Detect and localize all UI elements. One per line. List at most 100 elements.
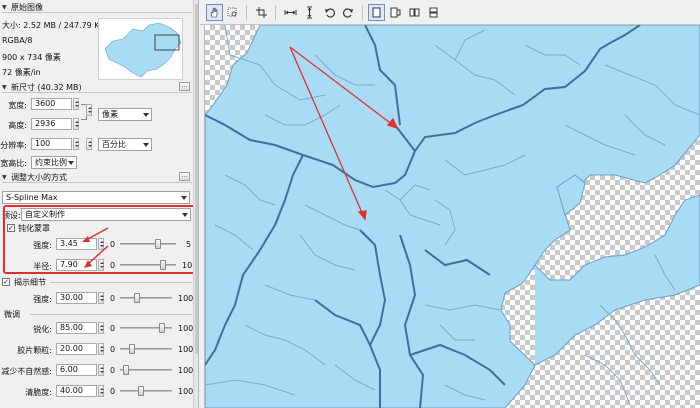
detail-strength-input[interactable]: 30.00 — [56, 292, 97, 304]
split-vertical-button[interactable] — [387, 4, 404, 21]
resolution-spinner[interactable] — [73, 138, 79, 150]
slider-min: 0 — [110, 294, 116, 303]
resolution-input[interactable]: 100 — [31, 138, 72, 150]
china-map-thumbnail — [104, 22, 182, 78]
slider-min: 0 — [110, 324, 116, 333]
aspect-ratio-select[interactable]: 约束比例 — [31, 156, 77, 169]
section-original[interactable]: ▼ 原始图像 — [2, 2, 192, 13]
chevron-down-icon — [181, 196, 187, 200]
divider — [50, 277, 192, 283]
original-thumbnail[interactable] — [98, 18, 183, 80]
split-horizontal-icon — [429, 7, 438, 18]
split-vertical-icon — [390, 7, 401, 18]
unit-select[interactable]: 像素 — [98, 108, 152, 121]
collapse-triangle-icon[interactable]: ▼ — [2, 4, 11, 11]
fine-tune-spinner[interactable] — [98, 385, 104, 397]
fine-tune-input[interactable]: 6.00 — [56, 364, 97, 376]
fine-tune-slider[interactable] — [120, 322, 172, 334]
divider — [30, 309, 192, 315]
slider-min: 0 — [110, 387, 116, 396]
fit-height-button[interactable] — [301, 4, 318, 21]
rotate-left-icon — [325, 8, 335, 18]
detail-strength-label: 强度: — [33, 295, 52, 304]
fine-tune-input[interactable]: 40.00 — [56, 385, 97, 397]
aspect-ratio-label: 宽高比: — [0, 159, 27, 168]
collapse-triangle-icon[interactable]: ▼ — [2, 174, 11, 181]
fit-height-icon — [307, 6, 312, 19]
height-spinner[interactable] — [73, 118, 79, 130]
fine-tune-label: 减少不自然感: — [1, 367, 52, 376]
slider-max: 100 — [178, 366, 194, 375]
width-spinner[interactable] — [73, 98, 79, 110]
toolbar-separator — [246, 5, 247, 20]
slider-knob[interactable] — [138, 386, 144, 396]
chevron-down-icon — [143, 143, 149, 147]
fine-tune-slider[interactable] — [120, 385, 172, 397]
section-new-size[interactable]: ▼ 新尺寸 (40.32 MB) ... — [2, 82, 192, 93]
resolution-label: 分辨率: — [0, 141, 27, 150]
section-resample[interactable]: ▼ 调整大小的方式 ... — [2, 172, 192, 183]
crop-icon — [256, 7, 267, 18]
collapse-triangle-icon[interactable]: ▼ — [2, 84, 11, 91]
split-horizontal-button[interactable] — [425, 4, 442, 21]
chevron-down-icon — [68, 161, 74, 165]
settings-panel: ▼ 原始图像 大小: 2.52 MB / 247.79 KB RGBA/8 90… — [0, 0, 199, 408]
detail-title: 揭示细节 — [14, 278, 46, 287]
zoom-box-button[interactable] — [224, 4, 241, 21]
section-original-title: 原始图像 — [11, 2, 43, 12]
slider-max: 100 — [178, 387, 194, 396]
section-new-size-title: 新尺寸 (40.32 MB) — [11, 82, 82, 92]
zoom-box-icon — [227, 7, 237, 17]
resolution-unit-select[interactable]: 百分比 — [98, 138, 152, 151]
fine-tune-input[interactable]: 20.00 — [56, 343, 97, 355]
fine-tune-slider[interactable] — [120, 343, 172, 355]
original-size: 大小: 2.52 MB / 247.79 KB — [2, 21, 106, 30]
fine-tune-title: 微调 — [4, 310, 20, 319]
slider-knob[interactable] — [159, 323, 165, 333]
fine-tune-label: 锐化: — [33, 325, 52, 334]
side-by-side-icon — [409, 8, 420, 17]
resolution-spinner-2[interactable] — [86, 138, 92, 150]
hand-tool-button[interactable] — [206, 4, 223, 21]
fine-tune-spinner[interactable] — [98, 364, 104, 376]
resample-method-select[interactable]: S-Spline Max — [2, 191, 190, 204]
fine-tune-label: 胶片颗粒: — [17, 346, 52, 355]
hand-icon — [210, 7, 218, 18]
slider-min: 0 — [110, 345, 116, 354]
slider-track — [120, 390, 172, 392]
detail-strength-spinner[interactable] — [98, 292, 104, 304]
slider-knob[interactable] — [129, 344, 135, 354]
view-toolbar — [200, 0, 700, 25]
detail-strength-slider[interactable] — [120, 292, 172, 304]
toolbar-separator — [275, 5, 276, 20]
single-view-button[interactable] — [368, 4, 385, 21]
slider-knob[interactable] — [123, 365, 129, 375]
fine-tune-spinner[interactable] — [98, 322, 104, 334]
slider-track — [120, 348, 172, 350]
rotate-right-button[interactable] — [340, 4, 357, 21]
scrollbar-thumb[interactable] — [195, 4, 198, 354]
detail-checkbox[interactable]: ✓ — [2, 278, 10, 286]
side-by-side-button[interactable] — [406, 4, 423, 21]
more-options-button[interactable]: ... — [179, 172, 190, 181]
fine-tune-input[interactable]: 85.00 — [56, 322, 97, 334]
link-toggle[interactable] — [86, 104, 92, 116]
width-label: 宽度: — [8, 101, 27, 110]
width-input[interactable]: 3600 — [31, 98, 72, 110]
fit-width-button[interactable] — [282, 4, 299, 21]
more-options-button[interactable]: ... — [179, 82, 190, 91]
rotate-left-button[interactable] — [321, 4, 338, 21]
fit-width-icon — [284, 10, 297, 15]
original-dimensions: 900 x 734 像素 — [2, 53, 61, 62]
slider-track — [120, 297, 172, 299]
rotate-right-icon — [343, 8, 353, 18]
fine-tune-slider[interactable] — [120, 364, 172, 376]
height-input[interactable]: 2936 — [31, 118, 72, 130]
panel-scrollbar[interactable] — [193, 0, 198, 408]
slider-knob[interactable] — [134, 293, 140, 303]
crop-button[interactable] — [253, 4, 270, 21]
fine-tune-spinner[interactable] — [98, 343, 104, 355]
single-view-icon — [372, 7, 381, 18]
image-canvas[interactable] — [205, 25, 700, 408]
chevron-down-icon — [143, 113, 149, 117]
